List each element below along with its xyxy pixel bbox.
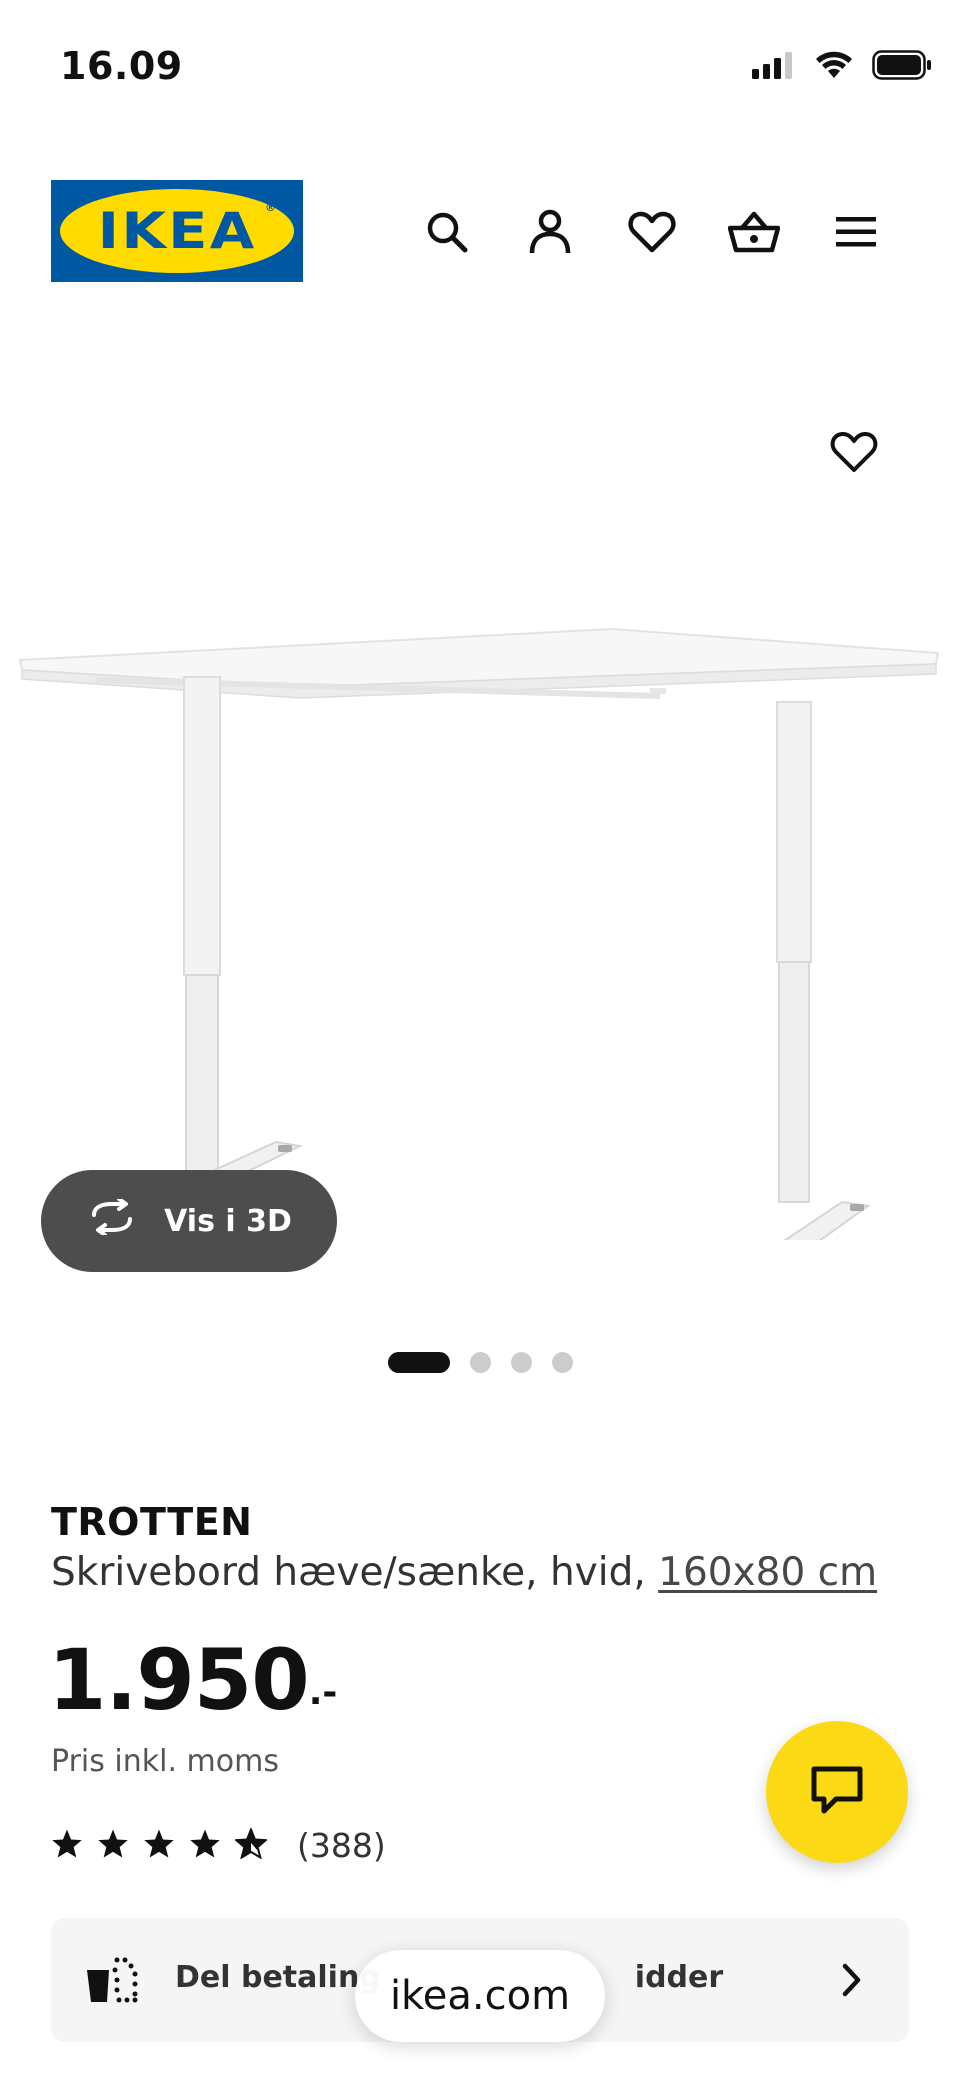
product-description-text: Skrivebord hæve/sænke, hvid,	[51, 1550, 659, 1595]
search-icon[interactable]	[421, 206, 473, 258]
price-suffix: .-	[308, 1672, 338, 1713]
price-note: Pris inkl. moms	[51, 1744, 279, 1779]
status-icons	[752, 50, 932, 84]
product-description: Skrivebord hæve/sænke, hvid, 160x80 cm	[51, 1550, 877, 1595]
star-half-icon	[233, 1826, 269, 1863]
split-payment-label-start: Del betaling	[175, 1960, 381, 1995]
chat-button[interactable]	[766, 1721, 908, 1863]
battery-icon	[872, 50, 932, 84]
add-to-favorites-heart-icon[interactable]	[830, 430, 884, 480]
site-header: IKEA ®	[0, 150, 960, 310]
product-gallery[interactable]: Vis i 3D	[0, 340, 960, 1390]
pagination-dot-3[interactable]	[510, 1352, 532, 1373]
browser-url-bar[interactable]: ikea.com	[355, 1950, 605, 2042]
split-payment-label-end: idder	[634, 1960, 724, 1995]
view-in-3d-label: Vis i 3D	[164, 1203, 292, 1239]
pagination-dot-1[interactable]	[387, 1352, 450, 1373]
menu-icon[interactable]	[830, 206, 882, 258]
status-time: 16.09	[60, 44, 183, 88]
chevron-right-icon	[841, 1962, 863, 2002]
ikea-logo[interactable]: IKEA ®	[51, 180, 303, 282]
cellular-signal-icon	[752, 51, 796, 83]
account-icon[interactable]	[524, 206, 576, 258]
rating-count: (388)	[297, 1826, 386, 1865]
product-rating[interactable]: (388)	[51, 1826, 386, 1865]
logo-ellipse: IKEA ®	[60, 189, 294, 273]
price-value: 1.950	[48, 1631, 310, 1729]
gallery-pagination	[0, 1352, 960, 1373]
product-name: TROTTEN	[51, 1500, 253, 1544]
pagination-dot-4[interactable]	[551, 1352, 573, 1373]
status-bar: 16.09	[0, 0, 960, 140]
favorites-heart-icon[interactable]	[626, 206, 678, 258]
rotate-3d-icon	[86, 1197, 138, 1243]
star-full-icon	[51, 1828, 83, 1863]
product-size-link[interactable]: 160x80 cm	[658, 1550, 877, 1595]
star-full-icon	[97, 1828, 129, 1863]
logo-text: IKEA	[97, 202, 257, 260]
product-image-desk	[0, 480, 960, 1304]
shopping-basket-icon[interactable]	[728, 206, 780, 258]
pagination-dot-2[interactable]	[469, 1352, 491, 1373]
star-full-icon	[189, 1828, 221, 1863]
product-price: 1.950 .-	[48, 1638, 337, 1722]
payment-split-icon	[85, 1956, 141, 2008]
star-full-icon	[143, 1828, 175, 1863]
view-in-3d-button[interactable]: Vis i 3D	[41, 1170, 337, 1272]
chat-bubble-icon	[810, 1765, 864, 1819]
wifi-icon	[814, 50, 854, 84]
logo-registered-mark: ®	[265, 201, 276, 214]
